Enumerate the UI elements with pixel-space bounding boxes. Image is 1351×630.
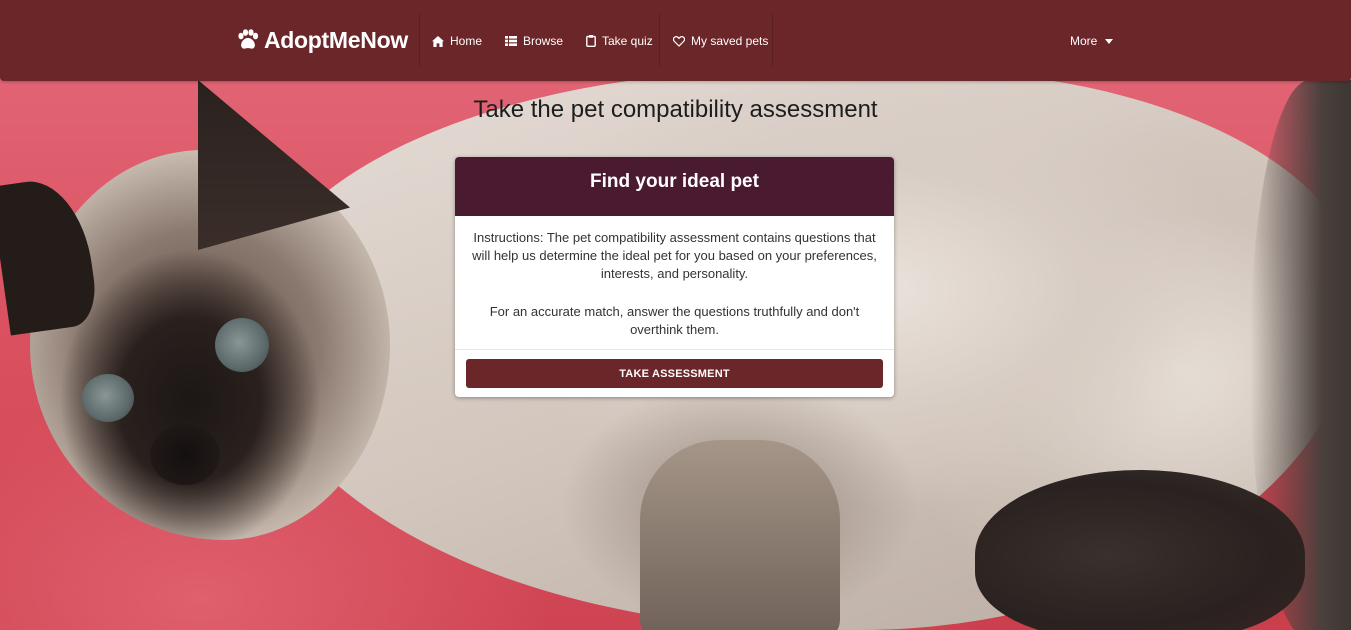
nav-item-home[interactable]: Home [432,30,482,52]
grid-icon [505,36,517,46]
card-divider [455,349,894,350]
cat-nose [150,425,220,485]
more-label: More [1070,34,1098,48]
cat-ear-left [0,174,101,336]
card-title: Find your ideal pet [590,170,759,192]
nav-item-label: Home [450,34,483,48]
more-dropdown[interactable]: More [1070,30,1114,52]
top-navbar: AdoptMeNow Home Browse Take quiz My save… [0,0,1351,81]
brand-name: AdoptMeNow [264,26,408,53]
nav-item-take-quiz[interactable]: Take quiz [586,30,653,52]
page-title: Take the pet compatibility assessment [473,96,878,123]
cat-eye-left [82,374,134,422]
caret-down-icon [1105,38,1114,44]
paw-icon [236,29,260,51]
nav-item-browse[interactable]: Browse [505,30,563,52]
nav-divider [772,14,773,66]
heart-icon [673,35,685,47]
nav-item-label: My saved pets [691,34,769,48]
nav-divider [659,14,660,66]
accuracy-note: For an accurate match, answer the questi… [489,304,860,337]
nav-divider [419,14,420,66]
home-icon [432,35,444,47]
nav-item-my-saved-pets[interactable]: My saved pets [673,30,768,52]
card-body: Instructions: The pet compatibility asse… [455,216,894,339]
clipboard-icon [586,35,596,47]
card-header: Find your ideal pet [455,157,894,216]
nav-item-label: Browse [523,34,564,48]
instructions-text: Instructions: The pet compatibility asse… [472,230,877,281]
nav-item-label: Take quiz [602,34,653,48]
cat-leg [640,440,840,630]
cat-eye-right [215,318,269,372]
assessment-card: Find your ideal pet Instructions: The pe… [455,157,894,397]
take-assessment-button[interactable]: TAKE ASSESSMENT [466,359,883,388]
cat-tail [975,470,1305,630]
brand-link[interactable]: AdoptMeNow [236,24,408,56]
